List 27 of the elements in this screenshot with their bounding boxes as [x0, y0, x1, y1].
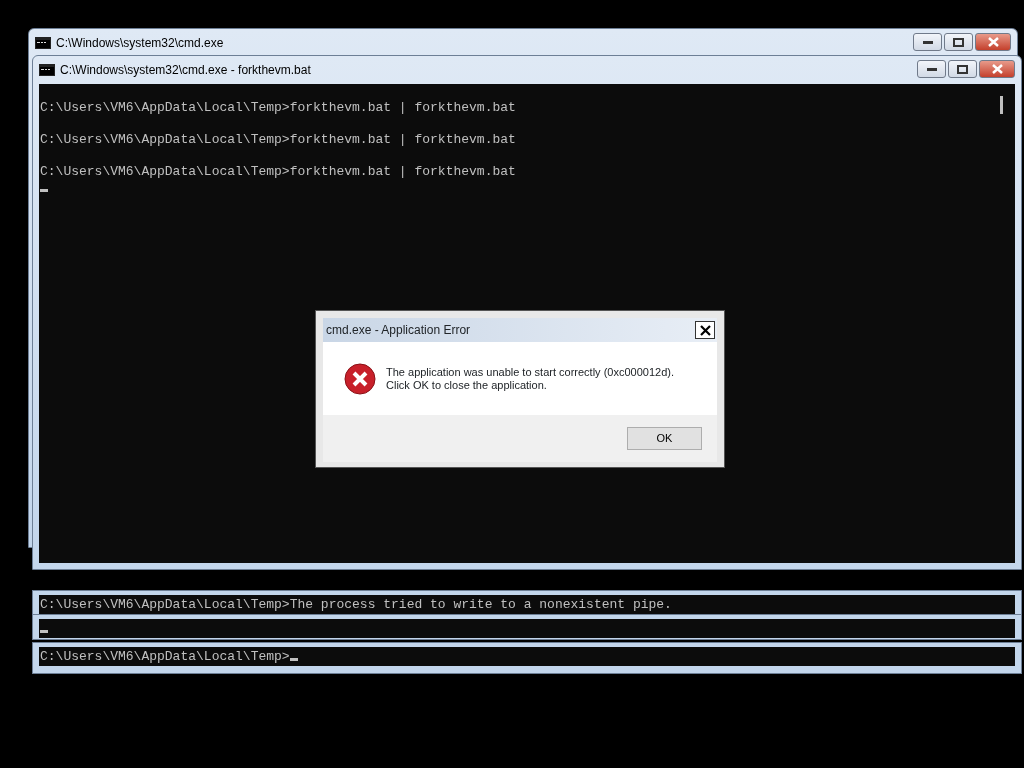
app-icon [35, 37, 51, 49]
maximize-button[interactable] [944, 33, 973, 51]
console-text: C:\Users\VM6\AppData\Local\Temp> [40, 649, 290, 664]
minimize-icon [922, 40, 933, 44]
close-icon [699, 324, 711, 336]
close-icon [991, 64, 1003, 74]
maximize-icon [953, 37, 964, 47]
error-message: Click OK to close the application. [386, 378, 548, 392]
console-text: C:\Users\VM6\AppData\Local\Temp>forkthevm.bat | forkthevm.bat [40, 164, 516, 179]
maximize-icon [957, 64, 968, 74]
close-icon [987, 37, 999, 47]
error-message: The application was unable to start correctly (0xc000012d). [386, 365, 674, 379]
app-icon [39, 64, 55, 76]
maximize-button[interactable] [948, 60, 977, 78]
minimize-button[interactable] [917, 60, 946, 78]
console-text: C:\Users\VM6\AppData\Local\Temp>forkthevm.bat | forkthevm.bat [40, 100, 516, 115]
dialog-title: cmd.exe - Application Error [326, 322, 471, 339]
console-text: C:\Users\VM6\AppData\Local\Temp>The process tried to write to a nonexistent pipe. [40, 597, 672, 612]
minimize-icon [926, 67, 937, 71]
error-icon [344, 362, 376, 395]
close-button[interactable] [695, 321, 715, 339]
minimize-button[interactable] [913, 33, 942, 51]
window-title: C:\Windows\system32\cmd.exe - forkthevm.bat [60, 62, 311, 79]
ok-button[interactable]: OK [627, 427, 702, 450]
console-text: C:\Users\VM6\AppData\Local\Temp>forkthevm.bat | forkthevm.bat [40, 132, 516, 147]
scrollbar-thumb[interactable] [1000, 96, 1003, 114]
window-title: C:\Windows\system32\cmd.exe [56, 35, 224, 52]
